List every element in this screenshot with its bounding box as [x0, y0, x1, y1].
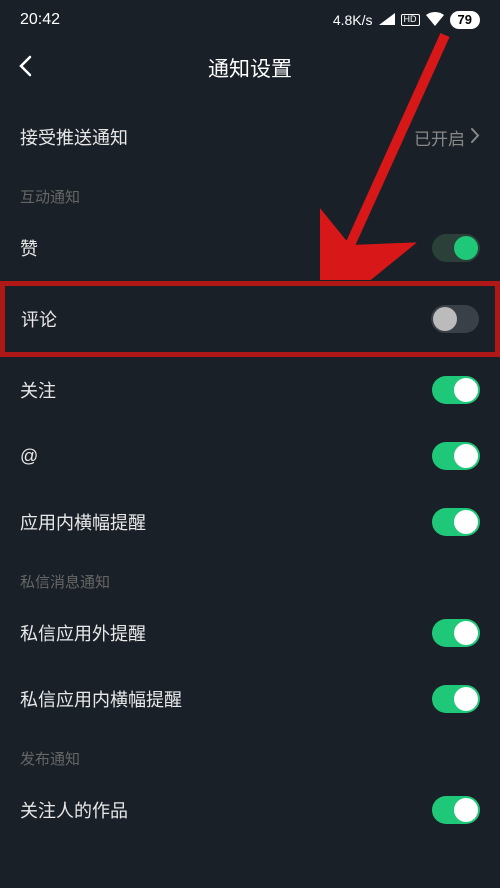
row-dm-banner: 私信应用内横幅提醒: [0, 666, 500, 732]
row-follow: 关注: [0, 357, 500, 423]
row-inapp-banner: 应用内横幅提醒: [0, 489, 500, 555]
toggle-mention[interactable]: [432, 442, 480, 470]
header: 通知设置: [0, 40, 500, 96]
label-dm-external: 私信应用外提醒: [20, 620, 146, 646]
label-comment: 评论: [21, 306, 57, 332]
toggle-dm-banner[interactable]: [432, 685, 480, 713]
row-comment: 评论: [5, 286, 495, 352]
toggle-follow[interactable]: [432, 376, 480, 404]
wifi-icon: [426, 12, 444, 29]
row-dm-external: 私信应用外提醒: [0, 600, 500, 666]
status-right: 4.8K/s HD 79: [333, 11, 480, 29]
section-header-dm: 私信消息通知: [0, 555, 500, 600]
row-like: 赞: [0, 215, 500, 281]
chevron-right-icon: [471, 127, 480, 148]
label-dm-banner: 私信应用内横幅提醒: [20, 686, 182, 712]
toggle-comment[interactable]: [431, 305, 479, 333]
label-mention: @: [20, 446, 38, 467]
toggle-like[interactable]: [432, 234, 480, 262]
back-button[interactable]: [18, 53, 32, 84]
push-label: 接受推送通知: [20, 124, 128, 150]
content: 接受推送通知 已开启 互动通知 赞 评论 关注 @ 应用内横幅提醒 私信消息通知…: [0, 96, 500, 843]
label-followed-works: 关注人的作品: [20, 797, 128, 823]
label-inapp-banner: 应用内横幅提醒: [20, 509, 146, 535]
signal-icon: [379, 12, 395, 28]
push-notification-row[interactable]: 接受推送通知 已开启: [0, 104, 500, 170]
network-speed: 4.8K/s: [333, 12, 373, 28]
label-like: 赞: [20, 235, 38, 261]
section-header-publish: 发布通知: [0, 732, 500, 777]
label-follow: 关注: [20, 377, 56, 403]
highlight-comment: 评论: [0, 281, 500, 357]
toggle-dm-external[interactable]: [432, 619, 480, 647]
status-time: 20:42: [20, 11, 60, 29]
toggle-inapp-banner[interactable]: [432, 508, 480, 536]
status-bar: 20:42 4.8K/s HD 79: [0, 0, 500, 40]
section-header-interaction: 互动通知: [0, 170, 500, 215]
toggle-followed-works[interactable]: [432, 796, 480, 824]
push-value: 已开启: [414, 125, 480, 150]
hd-badge: HD: [401, 14, 420, 26]
row-followed-works: 关注人的作品: [0, 777, 500, 843]
battery-level: 79: [450, 11, 480, 29]
row-mention: @: [0, 423, 500, 489]
page-title: 通知设置: [16, 53, 484, 83]
